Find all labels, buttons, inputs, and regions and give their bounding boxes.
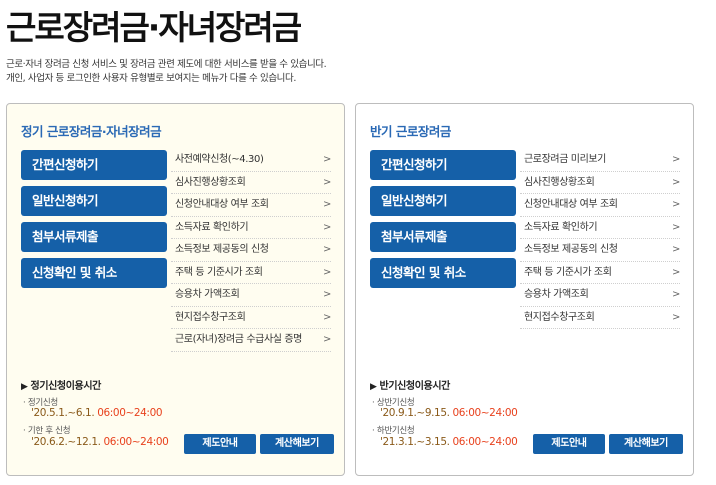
- usage-label: · 기한 후 신청: [23, 426, 71, 436]
- link-item[interactable]: 근로(자녀)장려금 수급사실 증명 >: [171, 329, 331, 352]
- link-list: 근로장려금 미리보기 > 심사진행상황조회 > 신청안내대상 여부 조회 > 소득자료…: [520, 149, 680, 329]
- usage-date-range: '20.6.2.~12.1.: [31, 436, 101, 448]
- link-list: 사전예약신청(~4.30) > 심사진행상황조회 > 신청안내대상 여부 조회 > 소…: [171, 149, 331, 352]
- usage-date-range: '20.5.1.~6.1.: [31, 407, 95, 419]
- system-guide-button[interactable]: 제도안내: [184, 434, 256, 454]
- link-label: 심사진행상황조회: [524, 176, 595, 188]
- link-label: 근로(자녀)장려금 수급사실 증명: [175, 334, 302, 345]
- link-item[interactable]: 소득정보 제공동의 신청 >: [171, 239, 331, 262]
- link-item[interactable]: 근로장려금 미리보기 >: [520, 149, 680, 172]
- chevron-right-icon: >: [323, 266, 331, 278]
- usage-label: · 하반기신청: [372, 426, 415, 436]
- link-item[interactable]: 주택 등 기준시가 조회 >: [171, 262, 331, 284]
- panel-title: 정기 근로장려금·자녀장려금: [21, 124, 162, 139]
- chevron-right-icon: >: [672, 311, 680, 323]
- usage-time: 06:00~24:00: [103, 436, 169, 448]
- usage-time-title: ▶ 정기신청이용시간: [21, 377, 101, 392]
- usage-date-range: '21.3.1.~3.15.: [380, 436, 450, 448]
- link-label: 주택 등 기준시가 조회: [524, 266, 612, 278]
- link-label: 심사진행상황조회: [175, 176, 246, 188]
- chevron-right-icon: >: [672, 244, 680, 255]
- link-item[interactable]: 심사진행상황조회 >: [520, 172, 680, 194]
- usage-time: 06:00~24:00: [452, 407, 518, 419]
- page-title: 근로장려금·자녀장려금: [6, 8, 302, 47]
- chevron-right-icon: >: [672, 289, 680, 300]
- check-cancel-button[interactable]: 신청확인 및 취소: [21, 258, 167, 288]
- link-label: 소득정보 제공동의 신청: [524, 244, 618, 255]
- calculate-button[interactable]: 계산해보기: [260, 434, 334, 454]
- regular-incentive-panel: 정기 근로장려금·자녀장려금 간편신청하기 일반신청하기 첨부서류제출 신청확인…: [6, 103, 345, 476]
- calculate-button[interactable]: 계산해보기: [609, 434, 683, 454]
- usage-date: '20.6.2.~12.1. 06:00~24:00: [31, 436, 169, 448]
- easy-apply-button[interactable]: 간편신청하기: [370, 150, 516, 180]
- usage-time: 06:00~24:00: [452, 436, 518, 448]
- chevron-right-icon: >: [323, 199, 331, 210]
- link-item[interactable]: 신청안내대상 여부 조회 >: [171, 194, 331, 217]
- general-apply-button[interactable]: 일반신청하기: [370, 186, 516, 216]
- link-label: 사전예약신청(~4.30): [175, 154, 264, 165]
- link-label: 승용차 가액조회: [524, 289, 589, 300]
- link-label: 소득자료 확인하기: [175, 221, 249, 233]
- chevron-right-icon: >: [323, 311, 331, 323]
- chevron-right-icon: >: [672, 199, 680, 210]
- apply-button-group: 간편신청하기 일반신청하기 첨부서류제출 신청확인 및 취소: [21, 150, 167, 294]
- usage-time-title-label: 정기신청이용시간: [30, 381, 102, 392]
- usage-date: '20.5.1.~6.1. 06:00~24:00: [31, 407, 163, 419]
- triangle-right-icon: ▶: [21, 382, 28, 392]
- page-description: 근로·자녀 장려금 신청 서비스 및 장려금 관련 제도에 대한 서비스를 받을…: [6, 59, 327, 70]
- chevron-right-icon: >: [672, 176, 680, 188]
- usage-date-range: '20.9.1.~9.15.: [380, 407, 450, 419]
- usage-date: '21.3.1.~3.15. 06:00~24:00: [380, 436, 518, 448]
- chevron-right-icon: >: [323, 334, 331, 345]
- chevron-right-icon: >: [672, 154, 680, 165]
- submit-documents-button[interactable]: 첨부서류제출: [370, 222, 516, 252]
- general-apply-button[interactable]: 일반신청하기: [21, 186, 167, 216]
- chevron-right-icon: >: [672, 266, 680, 278]
- usage-date: '20.9.1.~9.15. 06:00~24:00: [380, 407, 518, 419]
- usage-time-title-label: 반기신청이용시간: [379, 381, 451, 392]
- link-label: 근로장려금 미리보기: [524, 154, 606, 165]
- usage-time: 06:00~24:00: [97, 407, 163, 419]
- link-label: 주택 등 기준시가 조회: [175, 266, 263, 278]
- page-notice: 개인, 사업자 등 로그인한 사용자 유형별로 보여지는 메뉴가 다를 수 있습…: [6, 73, 296, 84]
- link-item[interactable]: 승용차 가액조회 >: [520, 284, 680, 307]
- link-item[interactable]: 승용차 가액조회 >: [171, 284, 331, 307]
- submit-documents-button[interactable]: 첨부서류제출: [21, 222, 167, 252]
- chevron-right-icon: >: [323, 154, 331, 165]
- chevron-right-icon: >: [323, 244, 331, 255]
- link-item[interactable]: 소득정보 제공동의 신청 >: [520, 239, 680, 262]
- system-guide-button[interactable]: 제도안내: [533, 434, 605, 454]
- link-label: 현지접수창구조회: [175, 311, 246, 323]
- link-item[interactable]: 소득자료 확인하기 >: [520, 217, 680, 239]
- chevron-right-icon: >: [323, 289, 331, 300]
- link-label: 승용차 가액조회: [175, 289, 240, 300]
- chevron-right-icon: >: [672, 221, 680, 233]
- link-item[interactable]: 사전예약신청(~4.30) >: [171, 149, 331, 172]
- triangle-right-icon: ▶: [370, 382, 377, 392]
- link-item[interactable]: 신청안내대상 여부 조회 >: [520, 194, 680, 217]
- usage-time-title: ▶ 반기신청이용시간: [370, 377, 450, 392]
- link-item[interactable]: 주택 등 기준시가 조회 >: [520, 262, 680, 284]
- semiannual-incentive-panel: 반기 근로장려금 간편신청하기 일반신청하기 첨부서류제출 신청확인 및 취소 …: [355, 103, 694, 476]
- link-label: 소득자료 확인하기: [524, 221, 598, 233]
- apply-button-group: 간편신청하기 일반신청하기 첨부서류제출 신청확인 및 취소: [370, 150, 516, 294]
- link-label: 신청안내대상 여부 조회: [175, 199, 269, 210]
- usage-label-text: 기한 후 신청: [27, 426, 71, 436]
- link-label: 소득정보 제공동의 신청: [175, 244, 269, 255]
- usage-label-text: 하반기신청: [376, 426, 415, 436]
- link-label: 신청안내대상 여부 조회: [524, 199, 618, 210]
- easy-apply-button[interactable]: 간편신청하기: [21, 150, 167, 180]
- link-item[interactable]: 현지접수창구조회 >: [520, 307, 680, 329]
- chevron-right-icon: >: [323, 221, 331, 233]
- link-item[interactable]: 현지접수창구조회 >: [171, 307, 331, 329]
- link-item[interactable]: 심사진행상황조회 >: [171, 172, 331, 194]
- link-label: 현지접수창구조회: [524, 311, 595, 323]
- link-item[interactable]: 소득자료 확인하기 >: [171, 217, 331, 239]
- chevron-right-icon: >: [323, 176, 331, 188]
- check-cancel-button[interactable]: 신청확인 및 취소: [370, 258, 516, 288]
- panel-title: 반기 근로장려금: [370, 124, 451, 139]
